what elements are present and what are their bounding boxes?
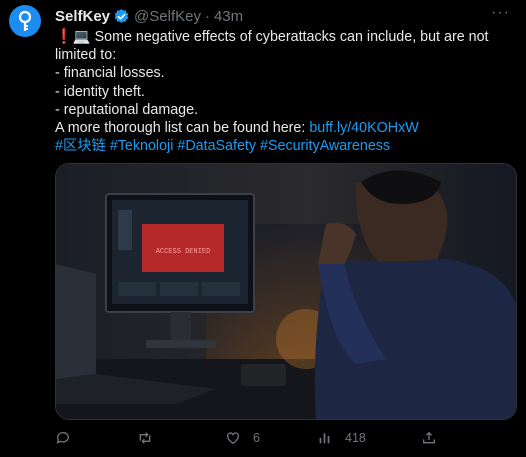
timestamp[interactable]: 43m (214, 8, 243, 25)
tweet: SelfKey @SelfKey · 43m ··· ❗💻 Some negat… (0, 0, 526, 457)
author-handle[interactable]: @SelfKey (134, 8, 201, 25)
tweet-media[interactable]: ACCESS DENIED (55, 163, 517, 420)
separator-dot: · (204, 7, 210, 25)
verified-badge-icon (113, 8, 130, 25)
share-icon (423, 431, 435, 444)
share-button[interactable] (421, 430, 437, 446)
tweet-line-1: Some negative effects of cyberattacks ca… (55, 29, 493, 64)
like-count: 6 (253, 431, 260, 445)
retweet-icon (139, 432, 151, 444)
emoji-icons: ❗💻 (55, 29, 91, 45)
views-chart-icon (319, 433, 330, 444)
avatar[interactable] (9, 5, 41, 37)
bullet-financial: - financial losses. (55, 65, 165, 82)
views-count: 418 (345, 431, 366, 445)
bullet-identity: - identity theft. (55, 83, 145, 100)
key-icon (18, 10, 32, 31)
more-options-icon[interactable]: ··· (491, 4, 510, 22)
bullet-reputation: - reputational damage. (55, 101, 199, 118)
more-list-prefix: A more thorough list can be found here: (55, 120, 310, 137)
tweet-header: SelfKey @SelfKey · 43m ··· (55, 4, 510, 26)
access-denied-text: ACCESS DENIED (156, 248, 211, 256)
retweet-button[interactable] (137, 430, 165, 446)
views-button[interactable]: 418 (317, 430, 366, 446)
reply-button[interactable] (55, 430, 83, 446)
tweet-text: ❗💻 Some negative effects of cyberattacks… (55, 28, 495, 155)
author-name[interactable]: SelfKey (55, 8, 110, 25)
tweet-actions: 6 418 (55, 430, 495, 450)
external-link[interactable]: buff.ly/40KOHxW (309, 120, 418, 136)
hashtags[interactable]: #区块链 #Teknoloji #DataSafety #SecurityAwa… (55, 138, 390, 154)
heart-icon (227, 432, 239, 445)
hacker-photo: ACCESS DENIED (56, 164, 516, 419)
like-button[interactable]: 6 (225, 430, 260, 446)
reply-icon (56, 432, 69, 444)
